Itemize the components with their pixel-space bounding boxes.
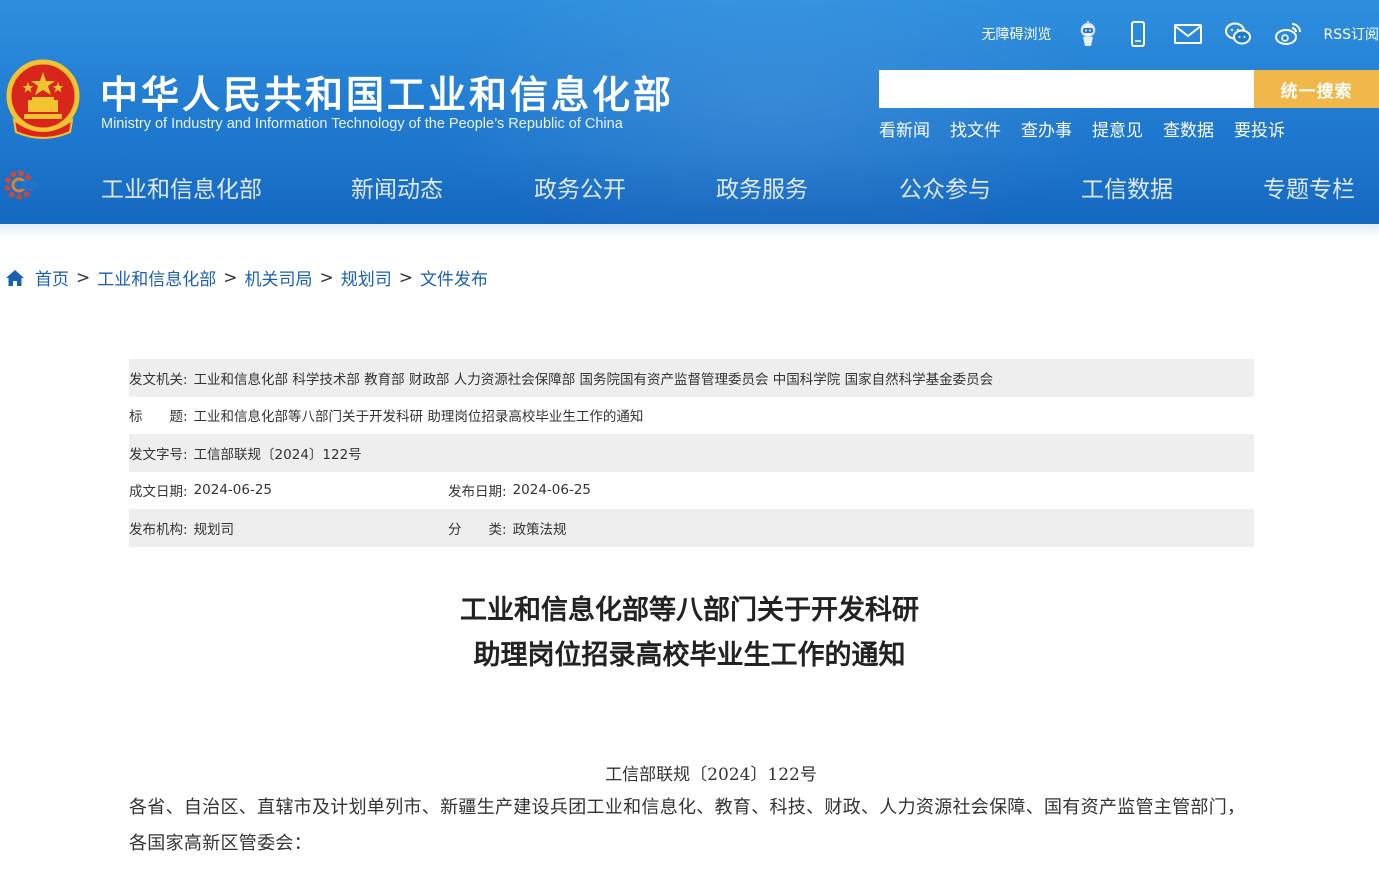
- home-icon[interactable]: [5, 268, 25, 288]
- breadcrumb: 首页 > 工业和信息化部 > 机关司局 > 规划司 > 文件发布: [5, 265, 488, 290]
- quick-link-complaint[interactable]: 要投诉: [1234, 116, 1285, 141]
- breadcrumb-ministry[interactable]: 工业和信息化部: [97, 265, 216, 290]
- mobile-icon[interactable]: [1123, 19, 1153, 49]
- title-value: 工业和信息化部等八部门关于开发科研 助理岗位招录高校毕业生工作的通知: [193, 409, 644, 426]
- org-value: 规划司: [193, 521, 235, 538]
- info-row-issuer: 发文机关: 工业和信息化部 科学技术部 教育部 财政部 人力资源社会保障部 国务…: [129, 359, 1254, 397]
- doc-no-value: 工信部联规〔2024〕122号: [193, 446, 362, 463]
- quick-links: 看新闻 找文件 查办事 提意见 查数据 要投诉: [879, 116, 1285, 141]
- breadcrumb-departments[interactable]: 机关司局: [245, 265, 313, 290]
- nav-item-topics[interactable]: 专题专栏: [1263, 170, 1355, 204]
- robot-icon[interactable]: [1073, 19, 1103, 49]
- nav-item-data[interactable]: 工信数据: [1081, 170, 1173, 204]
- org-cell: 发布机构: 规划司: [129, 518, 448, 538]
- written-date-label: 成文日期:: [129, 484, 188, 501]
- title-label: 标 题:: [129, 409, 188, 426]
- article-title: 工业和信息化部等八部门关于开发科研 助理岗位招录高校毕业生工作的通知: [0, 588, 1379, 678]
- written-date-cell: 成文日期: 2024-06-25: [129, 480, 448, 500]
- category-label: 分 类:: [448, 521, 507, 538]
- breadcrumb-separator: >: [319, 267, 334, 288]
- publish-date-label: 发布日期:: [448, 484, 507, 501]
- nav-item-news[interactable]: 新闻动态: [351, 170, 443, 204]
- org-label: 发布机构:: [129, 521, 188, 538]
- info-row-dates: 成文日期: 2024-06-25 发布日期: 2024-06-25: [129, 472, 1254, 510]
- wechat-icon[interactable]: [1223, 19, 1253, 49]
- weibo-icon[interactable]: [1273, 19, 1303, 49]
- ministry-gear-icon: [4, 170, 38, 200]
- info-row-doc-no: 发文字号: 工信部联规〔2024〕122号: [129, 434, 1254, 472]
- search-input[interactable]: [879, 70, 1254, 108]
- category-value: 政策法规: [512, 521, 567, 538]
- quick-link-services[interactable]: 查办事: [1021, 116, 1072, 141]
- article-doc-number: 工信部联规〔2024〕122号: [605, 765, 817, 785]
- info-row-org: 发布机构: 规划司 分 类: 政策法规: [129, 509, 1254, 547]
- publish-date-value: 2024-06-25: [512, 482, 592, 499]
- header-divider: [0, 224, 1379, 238]
- search-button[interactable]: 统一搜索: [1254, 70, 1379, 108]
- doc-no-label: 发文字号:: [129, 446, 188, 463]
- nav-item-gov-service[interactable]: 政务服务: [716, 170, 808, 204]
- nav-item-gov-open[interactable]: 政务公开: [534, 170, 626, 204]
- breadcrumb-separator: >: [223, 267, 238, 288]
- article-title-line2: 助理岗位招录高校毕业生工作的通知: [473, 640, 906, 671]
- site-header: 无障碍浏览 RSS订阅 中华人民共和国工业和信息化部 Ministry of I…: [0, 0, 1379, 226]
- breadcrumb-home[interactable]: 首页: [35, 265, 69, 290]
- breadcrumb-separator: >: [398, 267, 413, 288]
- quick-link-data[interactable]: 查数据: [1163, 116, 1214, 141]
- quick-link-news[interactable]: 看新闻: [879, 116, 930, 141]
- top-utility-bar: 无障碍浏览 RSS订阅: [981, 14, 1379, 54]
- article-body: 各省、自治区、直辖市及计划单列市、新疆生产建设兵团工业和信息化、教育、科技、财政…: [129, 797, 1246, 854]
- issuer-value: 工业和信息化部 科学技术部 教育部 财政部 人力资源社会保障部 国务院国有资产监…: [193, 371, 994, 388]
- breadcrumb-planning[interactable]: 规划司: [341, 265, 392, 290]
- main-nav: 工业和信息化部 新闻动态 政务公开 政务服务 公众参与 工信数据 专题专栏: [0, 160, 1379, 212]
- info-row-title: 标 题: 工业和信息化部等八部门关于开发科研 助理岗位招录高校毕业生工作的通知: [129, 397, 1254, 435]
- quick-link-files[interactable]: 找文件: [950, 116, 1001, 141]
- nav-item-ministry[interactable]: 工业和信息化部: [101, 170, 262, 204]
- quick-link-feedback[interactable]: 提意见: [1092, 116, 1143, 141]
- rss-link[interactable]: RSS订阅: [1323, 24, 1379, 44]
- mail-icon[interactable]: [1173, 19, 1203, 49]
- issuer-label: 发文机关:: [129, 371, 188, 388]
- site-title: 中华人民共和国工业和信息化部: [100, 73, 675, 117]
- national-emblem-logo[interactable]: [4, 58, 82, 140]
- accessibility-link[interactable]: 无障碍浏览: [981, 24, 1051, 44]
- article-title-line1: 工业和信息化部等八部门关于开发科研: [460, 595, 919, 626]
- nav-item-public[interactable]: 公众参与: [899, 170, 991, 204]
- site-subtitle: Ministry of Industry and Information Tec…: [101, 116, 623, 132]
- category-cell: 分 类: 政策法规: [448, 518, 567, 538]
- written-date-value: 2024-06-25: [193, 482, 273, 499]
- publish-date-cell: 发布日期: 2024-06-25: [448, 480, 591, 500]
- document-info-table: 发文机关: 工业和信息化部 科学技术部 教育部 财政部 人力资源社会保障部 国务…: [129, 359, 1254, 547]
- breadcrumb-file-release[interactable]: 文件发布: [420, 265, 488, 290]
- breadcrumb-separator: >: [76, 267, 91, 288]
